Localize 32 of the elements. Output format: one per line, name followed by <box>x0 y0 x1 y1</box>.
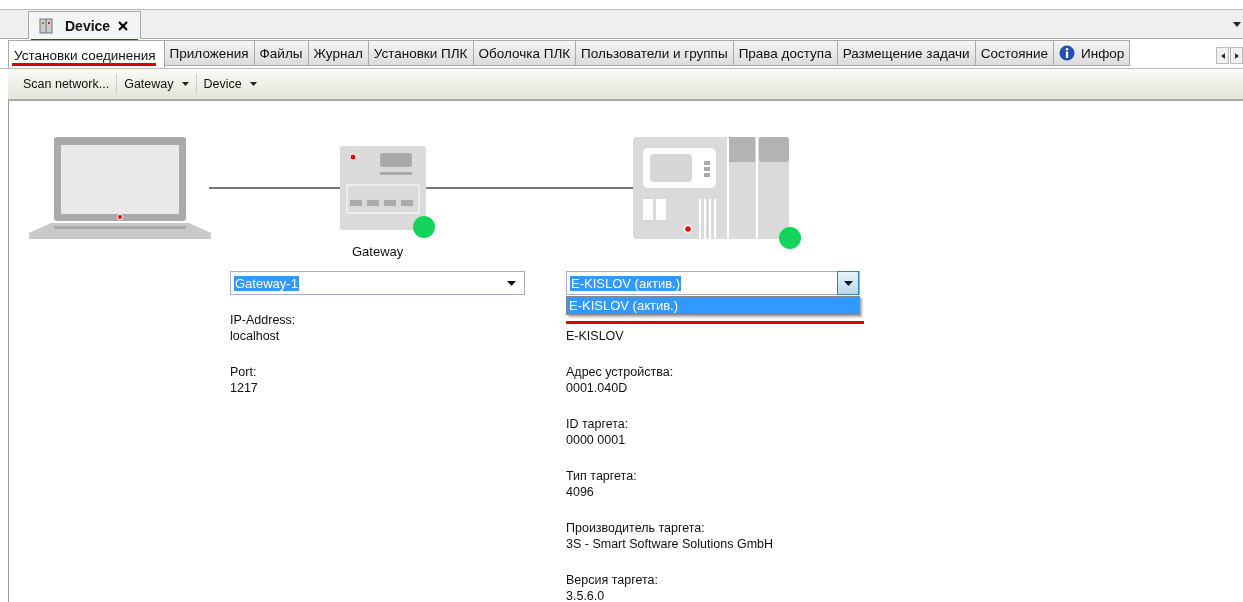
field-label: Адрес устройства: <box>566 364 675 380</box>
field-label: IP-Address: <box>230 312 297 328</box>
tab[interactable]: Приложения <box>164 40 255 66</box>
field-value: 1217 <box>230 380 259 396</box>
tab[interactable]: Установки соединения <box>8 40 165 68</box>
tab[interactable]: Файлы <box>254 40 309 66</box>
document-title: Device <box>65 17 111 34</box>
toolbar-button[interactable]: Scan network... <box>16 74 117 94</box>
tab[interactable]: Права доступа <box>733 40 838 66</box>
field-label: Port: <box>230 364 258 380</box>
field-value: E-KISLOV <box>566 328 625 344</box>
field-value: 3S - Smart Software Solutions GmbH <box>566 536 775 552</box>
field-value: 4096 <box>566 484 595 500</box>
tab[interactable]: Состояние <box>975 40 1055 66</box>
toolbar-button[interactable]: Gateway <box>117 74 196 94</box>
document-tab[interactable]: Device <box>28 11 142 39</box>
tab[interactable]: Установки ПЛК <box>368 40 474 66</box>
field-label: ID таргета: <box>566 416 630 432</box>
field-label: Тип таргета: <box>566 468 638 484</box>
field-value: 3.5.6.0 <box>566 588 606 602</box>
field-value: localhost <box>230 328 281 344</box>
field-value: 0001.040D <box>566 380 629 396</box>
tab[interactable]: Пользователи и группы <box>576 40 734 66</box>
gateway-label: Gateway <box>352 244 404 259</box>
field-value: 0000 0001 <box>566 432 627 448</box>
field-label: Производитель таргета: <box>566 520 706 536</box>
toolbar-button[interactable]: Device <box>196 74 264 94</box>
field-label: Версия таргета: <box>566 572 660 588</box>
tab[interactable]: Оболочка ПЛК <box>473 40 577 66</box>
tab[interactable]: Журнал <box>308 40 369 66</box>
tab[interactable]: Размещение задачи <box>837 40 976 66</box>
tab[interactable]: Инфор <box>1054 40 1131 66</box>
